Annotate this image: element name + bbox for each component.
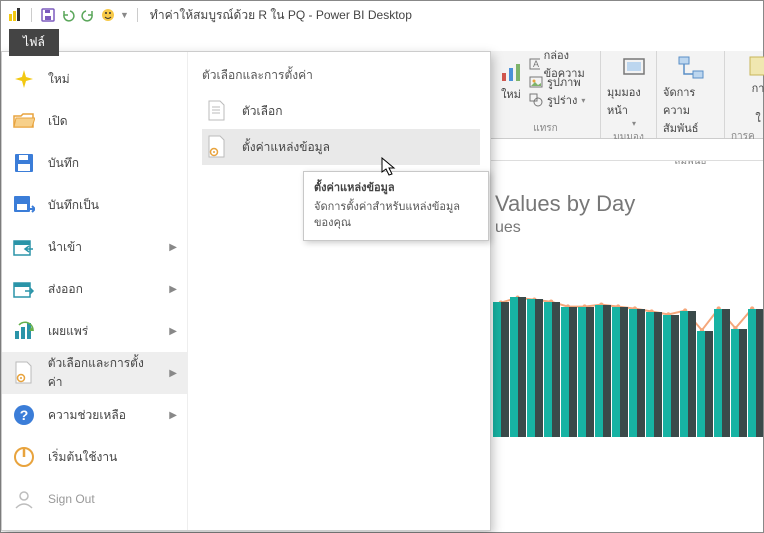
manage-relationships-button[interactable]: จัดการความสัมพันธ์: [663, 55, 718, 137]
new-measure-button[interactable]: กาใ: [731, 55, 764, 127]
save-disk-icon: [12, 151, 36, 175]
menu-save-as[interactable]: บันทึกเป็น: [2, 184, 187, 226]
menu-import[interactable]: นำเข้า ▶: [2, 226, 187, 268]
publish-icon: [12, 319, 36, 343]
menu-get-started[interactable]: เริ่มต้นใช้งาน: [2, 436, 187, 478]
power-icon: [12, 445, 36, 469]
svg-text:?: ?: [20, 407, 29, 423]
menu-publish[interactable]: เผยแพร่ ▶: [2, 310, 187, 352]
title-bar: ▼ ทำค่าให้สมบูรณ์ด้วย R ใน PQ - Power BI…: [1, 1, 763, 29]
ribbon: ใหม่ Aกล่องข้อความ รูปภาพ รูปร่าง▾ แทรก …: [491, 51, 763, 139]
folder-open-icon: [12, 109, 36, 133]
menu-export[interactable]: ส่งออก ▶: [2, 268, 187, 310]
window-title: ทำค่าให้สมบูรณ์ด้วย R ใน PQ - Power BI D…: [150, 6, 412, 25]
save-icon[interactable]: [40, 7, 56, 23]
chevron-right-icon: ▶: [169, 326, 177, 337]
page-view-button[interactable]: มุมมองหน้า▾: [607, 55, 661, 128]
chevron-right-icon: ▶: [169, 242, 177, 253]
import-icon: [12, 235, 36, 259]
undo-icon[interactable]: [60, 7, 76, 23]
data-source-settings-item[interactable]: ตั้งค่าแหล่งข้อมูล: [202, 129, 480, 165]
mouse-cursor-icon: [381, 157, 397, 180]
app-icon: [7, 7, 23, 23]
backstage-menu: ใหม่ เปิด บันทึก บันทึกเป็น นำเข้า ▶ ส่ง…: [2, 52, 188, 530]
file-tab[interactable]: ไฟล์: [9, 29, 59, 56]
smiley-icon[interactable]: [100, 7, 116, 23]
qat-dropdown-icon[interactable]: ▼: [120, 10, 129, 20]
menu-new[interactable]: ใหม่: [2, 58, 187, 100]
menu-help[interactable]: ? ความช่วยเหลือ ▶: [2, 394, 187, 436]
save-as-icon: [12, 193, 36, 217]
document-gear-icon: [12, 361, 36, 385]
options-subpanel: ตัวเลือกและการตั้งค่า ตัวเลือก ตั้งค่าแห…: [188, 52, 490, 530]
report-canvas: Values by Day ues: [491, 171, 763, 532]
sparkle-icon: [12, 67, 36, 91]
textbox-button[interactable]: Aกล่องข้อความ: [529, 55, 594, 73]
options-item[interactable]: ตัวเลือก: [202, 93, 480, 129]
subpanel-heading: ตัวเลือกและการตั้งค่า: [202, 66, 480, 85]
menu-save[interactable]: บันทึก: [2, 142, 187, 184]
chevron-right-icon: ▶: [169, 368, 177, 379]
shapes-button[interactable]: รูปร่าง▾: [529, 91, 594, 109]
formula-bar: [491, 139, 763, 161]
menu-sign-out[interactable]: Sign Out: [2, 478, 187, 520]
menu-options-settings[interactable]: ตัวเลือกและการตั้งค่า ▶: [2, 352, 187, 394]
backstage-panel: ใหม่ เปิด บันทึก บันทึกเป็น นำเข้า ▶ ส่ง…: [1, 51, 491, 531]
redo-icon[interactable]: [80, 7, 96, 23]
menu-open[interactable]: เปิด: [2, 100, 187, 142]
chart-subtitle: ues: [491, 219, 763, 237]
tooltip: ตั้งค่าแหล่งข้อมูล จัดการตั้งค่าสำหรับแห…: [303, 171, 489, 241]
tooltip-title: ตั้งค่าแหล่งข้อมูล: [314, 180, 478, 197]
document-gear-icon: [206, 134, 228, 160]
help-icon: ?: [12, 403, 36, 427]
tooltip-body: จัดการตั้งค่าสำหรับแหล่งข้อมูลของคุณ: [314, 199, 478, 232]
chevron-right-icon: ▶: [169, 284, 177, 295]
chart-title: Values by Day: [491, 191, 763, 217]
export-icon: [12, 277, 36, 301]
chevron-right-icon: ▶: [169, 410, 177, 421]
svg-text:A: A: [533, 59, 539, 69]
signout-icon: [12, 487, 36, 511]
document-lines-icon: [206, 98, 228, 124]
chart-plot: [491, 257, 763, 437]
image-button[interactable]: รูปภาพ: [529, 73, 594, 91]
new-visual-button[interactable]: ใหม่: [497, 55, 525, 109]
